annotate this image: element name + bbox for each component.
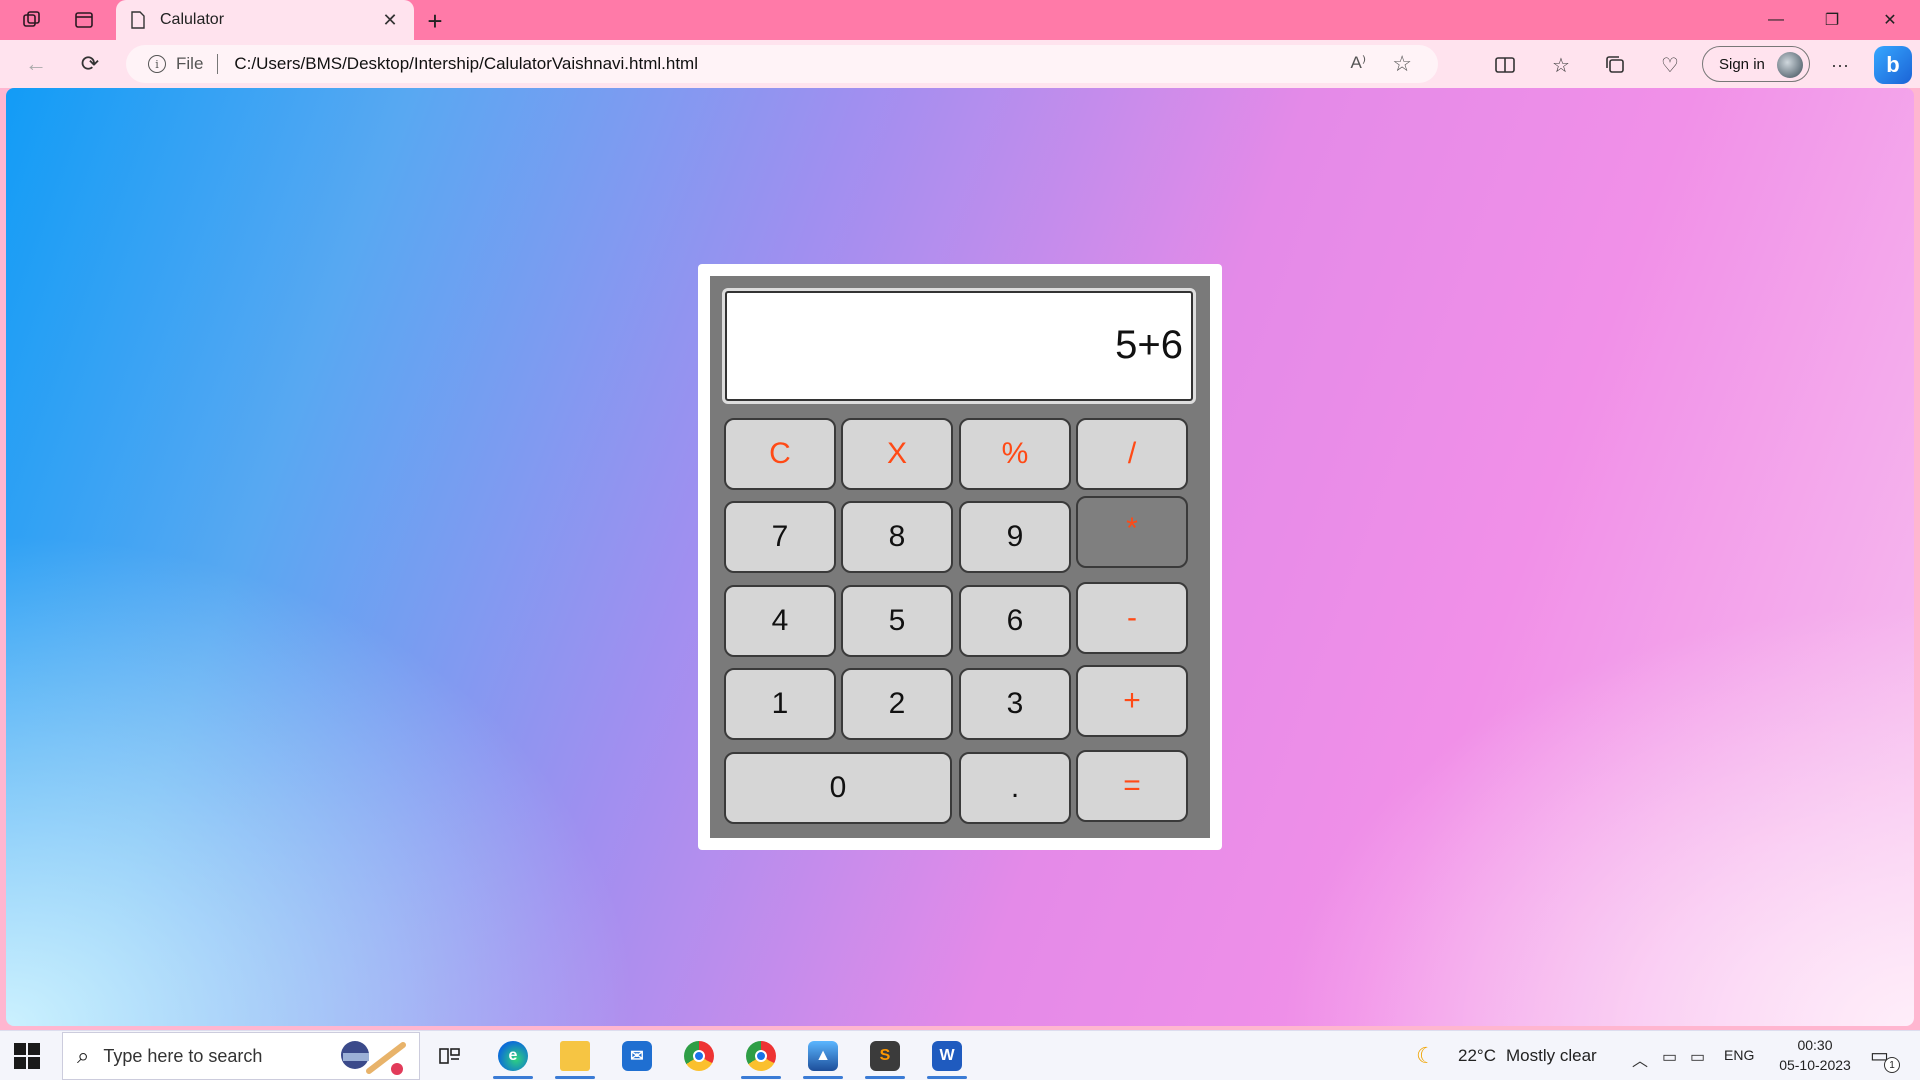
language-indicator[interactable]: ENG: [1724, 1047, 1754, 1063]
browser-toolbar: ← ⟳ i File C:/Users/BMS/Desktop/Intershi…: [0, 40, 1920, 88]
decimal-button[interactable]: .: [959, 752, 1071, 824]
windows-start-icon[interactable]: [14, 1043, 40, 1069]
address-bar[interactable]: i File C:/Users/BMS/Desktop/Intership/Ca…: [126, 45, 1438, 83]
zero-button[interactable]: 0: [724, 752, 952, 824]
browser-essentials-icon[interactable]: ♡: [1655, 50, 1685, 80]
sublime-text-app-icon[interactable]: S: [859, 1033, 911, 1079]
close-window-button[interactable]: ✕: [1862, 0, 1918, 40]
plus-button[interactable]: +: [1076, 665, 1188, 737]
minus-button[interactable]: -: [1076, 582, 1188, 654]
more-options-icon[interactable]: ···: [1825, 50, 1855, 80]
page-viewport: 5+6 C X % / 7 8 9 * 4 5 6 - 1 2 3 + 0 .: [6, 88, 1914, 1026]
tab-title: Calulator: [160, 11, 225, 28]
tab-actions-icon[interactable]: [70, 6, 98, 34]
address-divider: [217, 54, 219, 74]
file-explorer-app-icon[interactable]: [549, 1033, 601, 1079]
mail-app-icon[interactable]: ✉: [611, 1033, 663, 1079]
new-tab-button[interactable]: +: [420, 6, 450, 36]
info-icon[interactable]: i: [148, 55, 166, 73]
calculator-body: 5+6 C X % / 7 8 9 * 4 5 6 - 1 2 3 + 0 .: [710, 276, 1210, 838]
tab-close-icon[interactable]: ✕: [378, 8, 402, 32]
eight-button[interactable]: 8: [841, 501, 953, 573]
address-scheme: File: [176, 54, 204, 73]
chrome-profile-app-icon[interactable]: [735, 1033, 787, 1079]
taskbar-search-box[interactable]: ⌕ Type here to search: [62, 1032, 420, 1080]
windows-taskbar: ⌕ Type here to search e ✉ ▲ S W ☾ 22°C M…: [0, 1030, 1920, 1080]
meet-now-icon[interactable]: ▭: [1662, 1047, 1677, 1067]
avatar: [1777, 52, 1803, 78]
copilot-icon[interactable]: b: [1874, 46, 1912, 84]
read-aloud-icon[interactable]: A⁾: [1350, 53, 1366, 73]
split-screen-icon[interactable]: [1490, 50, 1520, 80]
restore-button[interactable]: ❐: [1804, 0, 1860, 40]
tab-calculator[interactable]: Calulator ✕: [116, 0, 414, 40]
task-view-icon[interactable]: [424, 1033, 476, 1079]
favorite-star-icon[interactable]: ☆: [1392, 51, 1412, 77]
collections-icon[interactable]: [1600, 50, 1630, 80]
address-url[interactable]: C:/Users/BMS/Desktop/Intership/Calulator…: [234, 54, 698, 74]
weather-condition[interactable]: Mostly clear: [1506, 1046, 1597, 1066]
search-placeholder: Type here to search: [103, 1045, 263, 1066]
display-value: 5+6: [1115, 323, 1183, 367]
clear-button[interactable]: C: [724, 418, 836, 490]
word-app-icon[interactable]: W: [921, 1033, 973, 1079]
minimize-button[interactable]: —: [1748, 0, 1804, 40]
search-icon: ⌕: [77, 1043, 90, 1068]
workspaces-icon[interactable]: [18, 6, 46, 34]
calculator-display: 5+6: [722, 288, 1196, 404]
six-button[interactable]: 6: [959, 585, 1071, 657]
equals-button[interactable]: =: [1076, 750, 1188, 822]
back-arrow-icon[interactable]: ←: [20, 48, 52, 80]
chrome-app-icon[interactable]: [673, 1033, 725, 1079]
percent-button[interactable]: %: [959, 418, 1071, 490]
notification-count: 1: [1884, 1057, 1900, 1073]
refresh-icon[interactable]: ⟳: [74, 48, 106, 80]
calculator-frame: 5+6 C X % / 7 8 9 * 4 5 6 - 1 2 3 + 0 .: [698, 264, 1222, 850]
photos-app-icon[interactable]: ▲: [797, 1033, 849, 1079]
weather-temperature[interactable]: 22°C: [1458, 1046, 1496, 1066]
divide-button[interactable]: /: [1076, 418, 1188, 490]
clock-date: 05-10-2023: [1779, 1057, 1851, 1073]
five-button[interactable]: 5: [841, 585, 953, 657]
weather-moon-icon[interactable]: ☾: [1416, 1043, 1436, 1069]
four-button[interactable]: 4: [724, 585, 836, 657]
edge-app-icon[interactable]: e: [487, 1033, 539, 1079]
nine-button[interactable]: 9: [959, 501, 1071, 573]
backspace-button[interactable]: X: [841, 418, 953, 490]
sign-in-button[interactable]: Sign in: [1702, 46, 1810, 82]
battery-icon[interactable]: ▭: [1690, 1047, 1705, 1067]
favorites-icon[interactable]: ☆: [1546, 50, 1576, 80]
page-icon: [131, 11, 145, 29]
three-button[interactable]: 3: [959, 668, 1071, 740]
multiply-button[interactable]: *: [1076, 496, 1188, 568]
system-clock[interactable]: 00:30 05-10-2023: [1770, 1035, 1860, 1075]
two-button[interactable]: 2: [841, 668, 953, 740]
seven-button[interactable]: 7: [724, 501, 836, 573]
sign-in-label: Sign in: [1719, 55, 1765, 73]
search-highlight-cricket-icon: [341, 1041, 406, 1075]
one-button[interactable]: 1: [724, 668, 836, 740]
browser-tab-bar: Calulator ✕ + — ❐ ✕: [0, 0, 1920, 40]
notifications-icon[interactable]: ▭ 1: [1870, 1043, 1900, 1073]
clock-time: 00:30: [1797, 1037, 1833, 1053]
show-hidden-icons-chevron-icon[interactable]: ︿: [1632, 1047, 1648, 1071]
